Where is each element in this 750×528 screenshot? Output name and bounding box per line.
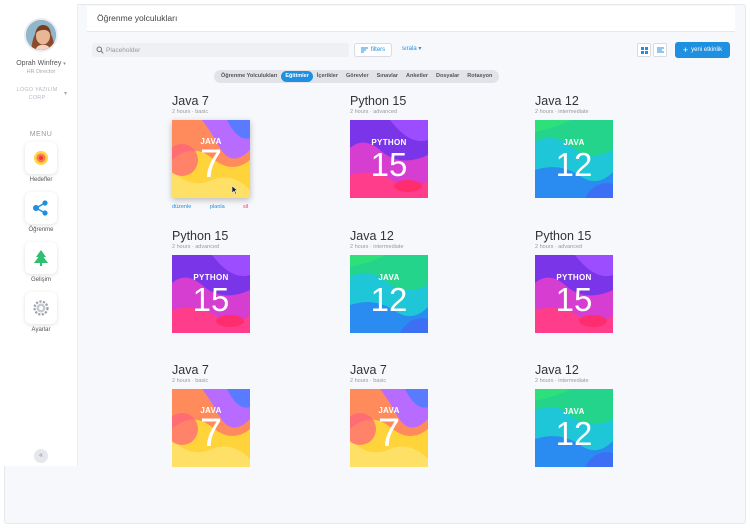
- search-input[interactable]: [106, 44, 342, 56]
- learning-nodes-icon: [25, 192, 57, 224]
- grid-icon: [640, 46, 648, 54]
- card-title[interactable]: Python 15: [350, 94, 428, 108]
- search-icon: [96, 46, 104, 54]
- collapse-sidebar-button[interactable]: «: [34, 449, 48, 463]
- card-title[interactable]: Java 12: [535, 94, 613, 108]
- tab-5[interactable]: Anketler: [402, 71, 432, 82]
- card-meta: 2 hours · intermediate: [535, 109, 589, 115]
- list-icon: [656, 47, 664, 53]
- filters-button[interactable]: filters: [354, 43, 392, 57]
- card-thumbnail[interactable]: PYTHON 15: [172, 255, 250, 333]
- new-activity-button[interactable]: + yeni etkinlik: [675, 42, 730, 58]
- menu-label: Öğrenme: [28, 227, 54, 233]
- menu-label: Ayarlar: [31, 327, 51, 333]
- card-title[interactable]: Python 15: [535, 229, 613, 243]
- course-card[interactable]: Java 12 2 hours · intermediate JAVA 12: [535, 363, 613, 467]
- card-meta: 2 hours · advanced: [535, 244, 583, 250]
- course-card[interactable]: Java 72 hours · basic JAVA 7: [172, 363, 250, 467]
- thumbnail-number: 7: [199, 411, 223, 455]
- plus-icon: +: [682, 44, 689, 55]
- course-card[interactable]: Java 12 2 hours · intermediate JAVA 12: [535, 94, 613, 198]
- course-card[interactable]: Python 15 2 hours · advanced PYTHON 15: [172, 229, 250, 333]
- thumbnail-number: 12: [370, 281, 408, 318]
- tab-1[interactable]: Eğitimler: [281, 71, 313, 82]
- tab-3[interactable]: Görevler: [342, 71, 373, 82]
- card-title[interactable]: Java 7: [172, 363, 250, 377]
- card-meta: 2 hours · basic: [172, 109, 209, 115]
- avatar[interactable]: [24, 18, 58, 52]
- card-title[interactable]: Python 15: [172, 229, 250, 243]
- edit-link[interactable]: düzenle: [172, 204, 191, 210]
- course-card[interactable]: Java 12 2 hours · intermediate JAVA 12: [350, 229, 428, 333]
- new-activity-label: yeni etkinlik: [691, 47, 723, 53]
- thumbnail-number: 15: [555, 281, 593, 318]
- filters-label: filters: [370, 47, 386, 53]
- card-thumbnail[interactable]: JAVA 12: [350, 255, 428, 333]
- course-card[interactable]: Java 72 hours · basic JAVA 7: [350, 363, 428, 467]
- card-thumbnail[interactable]: JAVA 12: [535, 120, 613, 198]
- thumbnail-number: 12: [555, 415, 593, 452]
- page-header: Öğrenme yolculukları: [87, 6, 735, 32]
- page-title: Öğrenme yolculukları: [97, 13, 178, 23]
- card-meta: 2 hours · basic: [350, 378, 387, 384]
- plan-link[interactable]: planla: [210, 204, 225, 210]
- course-card[interactable]: Python 15 2 hours · advanced PYTHON 15: [535, 229, 613, 333]
- card-thumbnail[interactable]: JAVA 7: [172, 389, 250, 467]
- card-meta: 2 hours · intermediate: [350, 244, 404, 250]
- search-bar[interactable]: [92, 43, 349, 57]
- menu-label: Gelişim: [30, 277, 51, 283]
- sidebar: Oprah Winfrey ▾ HR Director LOGO YAZILIM…: [4, 4, 78, 466]
- target-icon: [25, 142, 57, 174]
- course-card[interactable]: Python 15 2 hours · advanced PYTHON 15: [350, 94, 428, 198]
- thumbnail-number: 7: [377, 411, 401, 455]
- card-thumbnail[interactable]: JAVA 7: [350, 389, 428, 467]
- delete-link[interactable]: sil: [243, 204, 248, 210]
- gear-icon: [25, 292, 57, 324]
- tab-7[interactable]: Rotasyon: [463, 71, 496, 82]
- card-title[interactable]: Java 7: [172, 94, 250, 108]
- chevron-down-icon: ▾: [63, 61, 66, 67]
- list-view-button[interactable]: [653, 43, 667, 57]
- chevron-down-icon[interactable]: ▾: [64, 90, 67, 97]
- thumbnail-number: 7: [199, 142, 223, 186]
- company-name[interactable]: LOGO YAZILIM CORP: [12, 86, 62, 102]
- category-tabs: Öğrenme Yolculukları Eğitimler İçerikler Gö…: [214, 70, 500, 83]
- course-card[interactable]: Java 72 hours · basic JAVA 7 düzenle planla…: [172, 94, 250, 210]
- thumbnail-number: 12: [555, 146, 593, 183]
- user-name[interactable]: Oprah Winfrey ▾: [4, 60, 78, 67]
- card-title[interactable]: Java 12: [535, 363, 613, 377]
- card-meta: 2 hours · advanced: [350, 109, 398, 115]
- thumbnail-number: 15: [192, 281, 230, 318]
- card-title[interactable]: Java 12: [350, 229, 428, 243]
- menu-title: MENU: [29, 131, 53, 138]
- menu-label: Hedefler: [29, 177, 53, 183]
- tab-6[interactable]: Dosyalar: [432, 71, 463, 82]
- sort-dropdown[interactable]: sırala ▾: [402, 45, 421, 52]
- card-thumbnail[interactable]: PYTHON 15: [535, 255, 613, 333]
- tab-2[interactable]: İçerikler: [313, 71, 342, 82]
- filter-icon: [360, 47, 368, 53]
- tab-4[interactable]: Sınavlar: [373, 71, 402, 82]
- card-thumbnail[interactable]: JAVA 7: [172, 120, 250, 198]
- mouse-cursor-icon: [232, 186, 238, 195]
- card-meta: 2 hours · basic: [172, 378, 209, 384]
- thumbnail-number: 15: [370, 146, 408, 183]
- card-meta: 2 hours · advanced: [172, 244, 220, 250]
- sort-label: sırala: [402, 46, 417, 52]
- user-role: HR Director: [26, 69, 56, 75]
- grid-view-button[interactable]: [637, 43, 651, 57]
- card-thumbnail[interactable]: JAVA 12: [535, 389, 613, 467]
- tab-0[interactable]: Öğrenme Yolculukları: [217, 71, 281, 82]
- card-title[interactable]: Java 7: [350, 363, 428, 377]
- card-meta: 2 hours · intermediate: [535, 378, 589, 384]
- tree-icon: [25, 242, 57, 274]
- card-thumbnail[interactable]: PYTHON 15: [350, 120, 428, 198]
- caret-down-icon: ▾: [418, 46, 422, 52]
